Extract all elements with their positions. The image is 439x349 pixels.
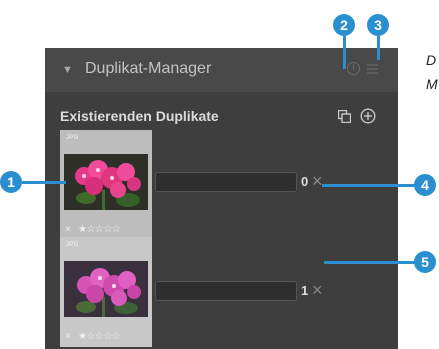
duplicate-manager-panel: ▼ Duplikat-Manager i Existierenden Dupli… [45, 48, 398, 349]
flower-photo [64, 261, 148, 317]
callout-leader-line [377, 36, 380, 60]
panel-title: Duplikat-Manager [85, 60, 212, 77]
file-format-label: JPG [66, 242, 79, 248]
copy-icon[interactable] [337, 109, 352, 128]
callout-leader-line [22, 181, 66, 184]
callout-badge-1: 1 [0, 171, 22, 193]
star-rating[interactable]: ★☆☆☆☆ [78, 224, 121, 235]
callout-badge-5: 5 [414, 251, 436, 273]
info-icon[interactable]: i [347, 62, 360, 75]
callout-badge-4: 4 [414, 174, 436, 196]
callout-leader-line [343, 36, 346, 69]
file-format-label: JPG [66, 135, 79, 141]
remove-duplicate-icon[interactable]: × [312, 172, 323, 190]
duplicate-thumbnail[interactable]: JPG × ★☆☆☆☆ [60, 130, 152, 240]
section-title: Existierenden Duplikate [60, 108, 219, 124]
callout-leader-line [324, 261, 418, 264]
duplicate-number: 0 [301, 174, 309, 189]
side-text-line: M [426, 76, 438, 92]
triangle-down-icon[interactable]: ▼ [62, 64, 73, 76]
reject-icon[interactable]: × [65, 332, 71, 342]
plus-circle-icon[interactable] [360, 108, 376, 129]
callout-badge-2: 2 [333, 14, 355, 36]
reject-icon[interactable]: × [65, 225, 71, 235]
duplicate-thumbnail[interactable]: JPG × ★☆☆☆☆ [60, 237, 152, 347]
hamburger-icon[interactable] [367, 64, 378, 74]
duplicate-number-field[interactable] [155, 281, 297, 301]
flower-photo [64, 154, 148, 210]
callout-badge-3: 3 [367, 14, 389, 36]
callout-leader-line [322, 184, 418, 187]
star-rating[interactable]: ★☆☆☆☆ [78, 331, 121, 342]
side-text-line: D [426, 52, 437, 68]
remove-duplicate-icon[interactable]: × [312, 281, 323, 299]
duplicate-number: 1 [301, 283, 309, 298]
duplicate-number-field[interactable] [155, 172, 297, 192]
duplicate-row: JPG × ★☆☆☆☆ [60, 237, 398, 347]
screenshot-stage: ▼ Duplikat-Manager i Existierenden Dupli… [0, 0, 439, 349]
